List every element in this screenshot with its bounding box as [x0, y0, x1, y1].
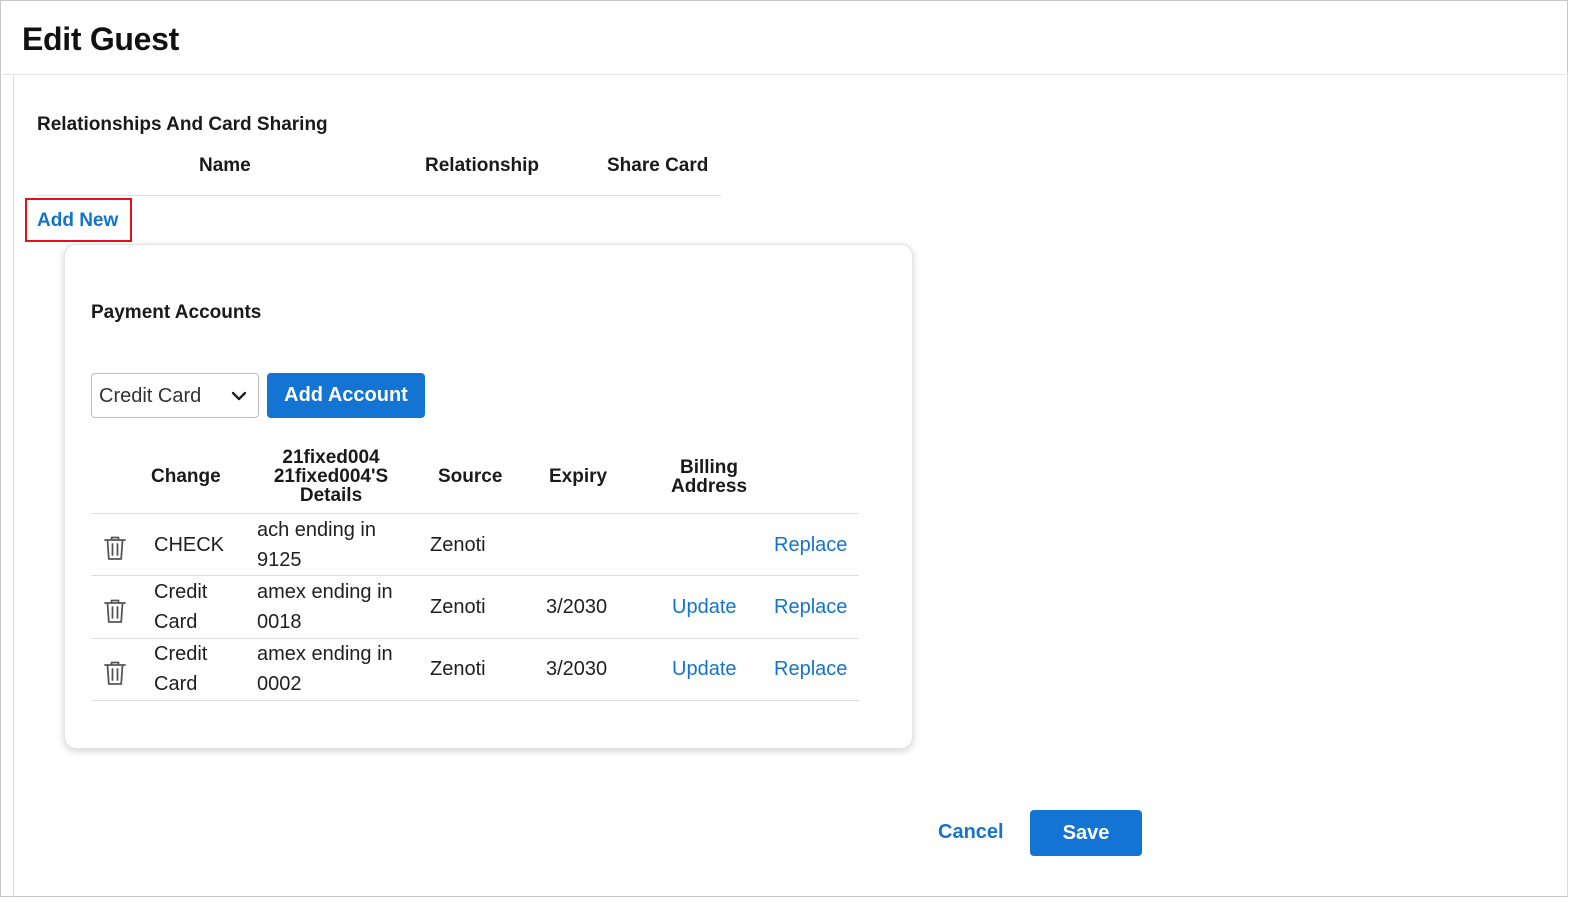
row-change-type-line1: CHECK — [154, 534, 225, 556]
row-account-details-line2: 0018 — [257, 611, 302, 633]
row-divider — [91, 700, 859, 701]
row-account-details: ach ending in 9125 — [257, 515, 376, 575]
replace-link[interactable]: Replace — [774, 534, 847, 557]
row-source: Zenoti — [430, 658, 486, 680]
table-header-divider — [91, 513, 859, 514]
row-account-details-line1: amex ending in — [257, 643, 393, 665]
add-new-relationship-link[interactable]: Add New — [37, 210, 118, 232]
page-title: Edit Guest — [22, 21, 180, 57]
row-change-type-line2: Card — [154, 673, 198, 695]
column-header-billing-address: Billing Address — [659, 458, 759, 496]
row-change-type: CHECK — [154, 530, 224, 560]
trash-icon[interactable] — [103, 660, 127, 686]
replace-link[interactable]: Replace — [774, 658, 847, 681]
replace-link[interactable]: Replace — [774, 596, 847, 619]
update-link[interactable]: Update — [672, 658, 737, 681]
relationships-column-relationship: Relationship — [425, 155, 540, 176]
row-account-details-line1: ach ending in — [257, 519, 376, 541]
row-change-type-line1: Credit — [154, 581, 208, 603]
row-account-details: amex ending in 0002 — [257, 639, 393, 699]
column-header-details-line2: 21fixed004'S — [273, 466, 389, 487]
content-divider-left — [13, 75, 14, 897]
row-divider — [91, 575, 859, 576]
payment-accounts-title: Payment Accounts — [91, 302, 262, 323]
column-header-change: Change — [151, 466, 221, 487]
page-header: Edit Guest — [2, 2, 1568, 75]
cancel-button[interactable]: Cancel — [938, 821, 1004, 844]
row-source: Zenoti — [430, 534, 486, 556]
chevron-down-icon — [231, 391, 247, 401]
column-header-details-line3: Details — [299, 485, 363, 506]
row-account-details-line2: 9125 — [257, 549, 302, 571]
update-link[interactable]: Update — [672, 596, 737, 619]
relationships-column-share-card: Share Card — [607, 155, 709, 176]
row-change-type-line1: Credit — [154, 643, 208, 665]
trash-icon[interactable] — [103, 535, 127, 561]
relationships-header-divider — [37, 195, 721, 196]
row-source: Zenoti — [430, 596, 486, 618]
account-type-select[interactable]: Credit Card — [91, 373, 259, 418]
column-header-expiry: Expiry — [549, 466, 608, 487]
row-change-type-line2: Card — [154, 611, 198, 633]
row-change-type: Credit Card — [154, 577, 207, 637]
relationships-section-title: Relationships And Card Sharing — [37, 114, 328, 135]
column-header-billing-line1: Billing — [679, 457, 739, 478]
row-expiry: 3/2030 — [546, 596, 608, 618]
trash-icon[interactable] — [103, 598, 127, 624]
column-header-details-line1: 21fixed004 — [282, 447, 380, 468]
content-divider-right — [1567, 75, 1568, 897]
column-header-source: Source — [438, 466, 503, 487]
add-account-button[interactable]: Add Account — [267, 373, 425, 418]
edit-guest-window: Edit Guest Relationships And Card Sharin… — [0, 0, 1568, 897]
relationships-column-name: Name — [199, 155, 251, 176]
save-button[interactable]: Save — [1030, 810, 1142, 856]
column-header-billing-line2: Address — [670, 476, 748, 497]
row-account-details: amex ending in 0018 — [257, 577, 393, 637]
column-header-details: 21fixed004 21fixed004'S Details — [261, 448, 401, 505]
payment-accounts-card: Payment Accounts Credit Card Add Account… — [64, 244, 913, 749]
row-account-details-line2: 0002 — [257, 673, 302, 695]
add-new-highlight: Add New — [25, 198, 132, 242]
account-type-select-value: Credit Card — [99, 385, 202, 407]
row-expiry: 3/2030 — [546, 658, 608, 680]
row-account-details-line1: amex ending in — [257, 581, 393, 603]
row-change-type: Credit Card — [154, 639, 207, 699]
